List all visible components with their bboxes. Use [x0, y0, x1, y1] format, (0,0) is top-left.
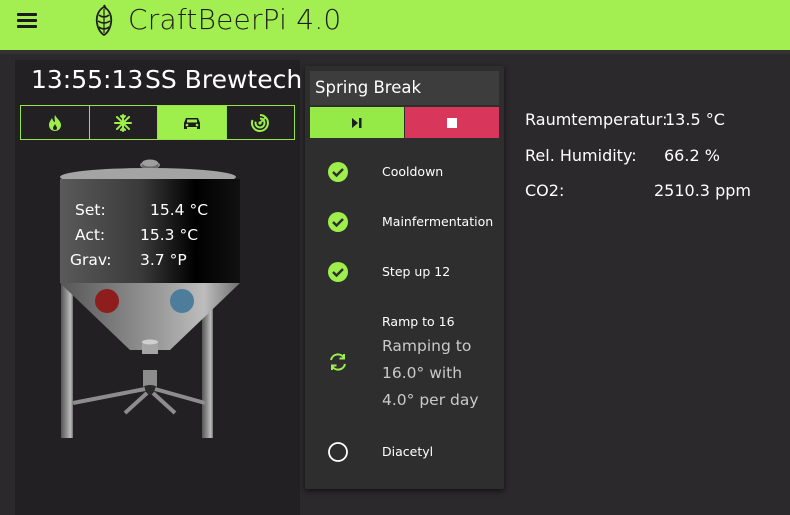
kettle-name: SS Brewtech — [145, 65, 303, 94]
flame-icon — [48, 114, 61, 131]
sensor-value: 2510.3 ppm — [654, 181, 751, 200]
menu-icon[interactable] — [17, 13, 37, 29]
cooler-button[interactable] — [90, 106, 158, 139]
step-name: Cooldown — [382, 164, 444, 179]
step-status-detail: Ramping to 16.0° with 4.0° per day — [382, 337, 479, 409]
steps-header: Spring Break — [310, 71, 499, 105]
play-next-icon — [352, 117, 362, 128]
setpoint-label: Set: — [75, 201, 106, 219]
app-title: CraftBeerPi 4.0 — [128, 3, 342, 36]
sensor-label: CO2: — [525, 181, 565, 200]
actual-temp-label: Act: — [75, 226, 106, 244]
step-name: Ramp to 16 — [382, 314, 455, 329]
start-next-button[interactable] — [310, 107, 404, 138]
hop-logo-icon — [95, 4, 113, 36]
snowflake-icon — [114, 113, 133, 132]
step-name: Diacetyl — [382, 444, 434, 459]
step-name: Step up 12 — [382, 264, 451, 279]
step-pending-icon — [328, 442, 348, 462]
clock: 13:55:13 — [31, 65, 144, 94]
gravity-value: 3.7 °P — [140, 251, 187, 269]
stop-icon — [447, 117, 457, 128]
stop-button[interactable] — [405, 107, 499, 138]
app-bar-shadow — [0, 50, 790, 54]
gravity-label: Grav: — [70, 251, 112, 269]
sensor-value: 66.2 % — [664, 146, 720, 165]
actual-temp-value: 15.3 °C — [140, 226, 199, 244]
heater-button[interactable] — [21, 106, 90, 139]
step-active-sync-icon — [330, 353, 346, 371]
car-icon — [183, 117, 200, 129]
target-icon — [251, 113, 270, 132]
sensor-label: Rel. Humidity: — [525, 146, 637, 165]
kettle-mode-buttons — [20, 105, 295, 140]
auto-mode-button[interactable] — [158, 106, 227, 139]
setpoint-value: 15.4 °C — [150, 201, 209, 219]
step-done-icon — [328, 162, 348, 182]
step-name: Mainfermentation — [382, 214, 494, 229]
target-button[interactable] — [227, 106, 295, 139]
fermentation-steps-panel: Spring Break Cooldown Mainfermentation S… — [305, 66, 504, 489]
profile-title: Spring Break — [315, 78, 422, 97]
top-app-bar: CraftBeerPi 4.0 — [0, 0, 790, 50]
step-done-icon — [328, 212, 348, 232]
sensor-value: 13.5 °C — [665, 110, 725, 129]
step-done-icon — [328, 262, 348, 282]
fermenter-graphic — [60, 159, 240, 438]
sensor-label: Raumtemperatur: — [525, 110, 668, 129]
